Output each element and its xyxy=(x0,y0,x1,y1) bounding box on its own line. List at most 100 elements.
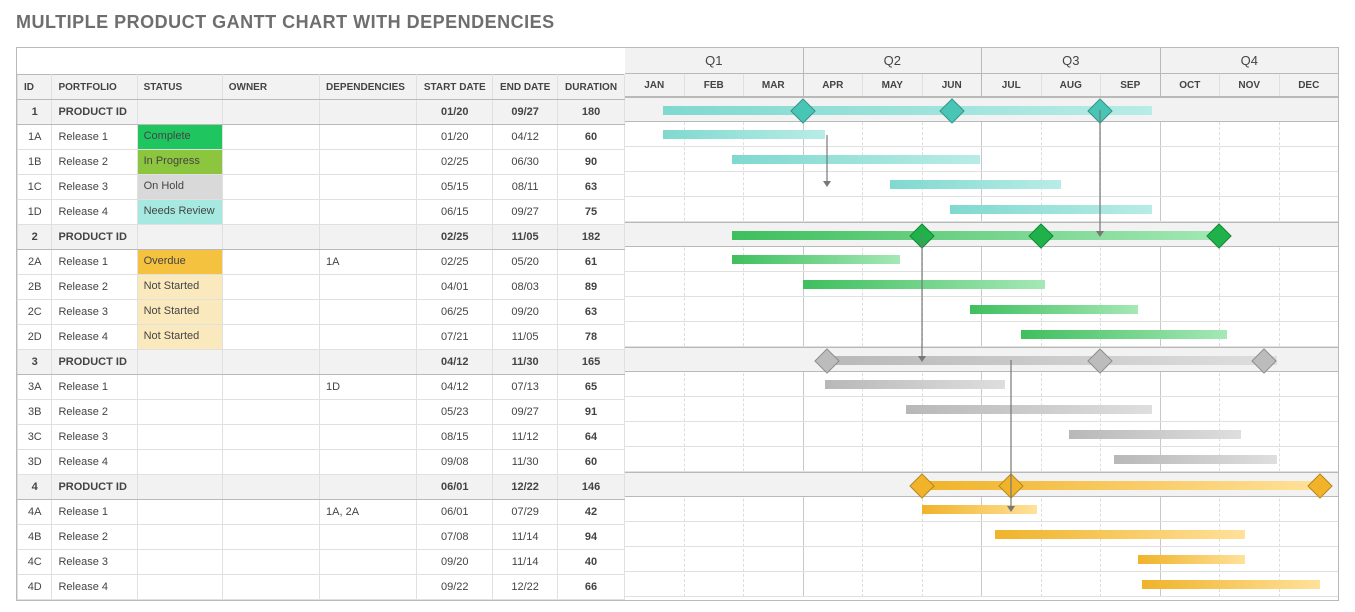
cell-status[interactable] xyxy=(137,475,222,500)
cell-owner[interactable] xyxy=(222,275,319,300)
task-row[interactable]: 1CRelease 3On Hold05/1508/1163 xyxy=(18,175,625,200)
cell-duration[interactable]: 65 xyxy=(558,375,625,400)
cell-status[interactable]: Not Started xyxy=(137,300,222,325)
cell-portfolio[interactable]: PRODUCT ID xyxy=(52,225,137,250)
cell-end_date[interactable]: 08/03 xyxy=(493,275,558,300)
cell-duration[interactable]: 182 xyxy=(558,225,625,250)
cell-status[interactable]: Needs Review xyxy=(137,200,222,225)
cell-dependencies[interactable] xyxy=(320,125,417,150)
cell-duration[interactable]: 94 xyxy=(558,525,625,550)
cell-status[interactable] xyxy=(137,450,222,475)
cell-duration[interactable]: 66 xyxy=(558,575,625,600)
cell-end_date[interactable]: 05/20 xyxy=(493,250,558,275)
cell-duration[interactable]: 146 xyxy=(558,475,625,500)
cell-portfolio[interactable]: Release 4 xyxy=(52,575,137,600)
cell-start_date[interactable]: 06/15 xyxy=(417,200,493,225)
cell-dependencies[interactable] xyxy=(320,175,417,200)
cell-owner[interactable] xyxy=(222,125,319,150)
cell-status[interactable]: Complete xyxy=(137,125,222,150)
cell-id[interactable]: 2A xyxy=(18,250,52,275)
cell-portfolio[interactable]: Release 1 xyxy=(52,250,137,275)
gantt-bar[interactable] xyxy=(803,280,1045,289)
task-row[interactable]: 3ARelease 11D04/1207/1365 xyxy=(18,375,625,400)
task-row[interactable]: 2BRelease 2Not Started04/0108/0389 xyxy=(18,275,625,300)
task-row[interactable]: 2DRelease 4Not Started07/2111/0578 xyxy=(18,325,625,350)
cell-portfolio[interactable]: Release 4 xyxy=(52,200,137,225)
cell-end_date[interactable]: 11/14 xyxy=(493,550,558,575)
cell-status[interactable] xyxy=(137,375,222,400)
cell-status[interactable]: Not Started xyxy=(137,325,222,350)
cell-duration[interactable]: 89 xyxy=(558,275,625,300)
task-row[interactable]: 4ARelease 11A, 2A06/0107/2942 xyxy=(18,500,625,525)
cell-id[interactable]: 1B xyxy=(18,150,52,175)
cell-id[interactable]: 2B xyxy=(18,275,52,300)
gantt-bar[interactable] xyxy=(995,530,1245,539)
cell-owner[interactable] xyxy=(222,575,319,600)
milestone-diamond-icon[interactable] xyxy=(909,223,934,248)
cell-dependencies[interactable] xyxy=(320,100,417,125)
cell-dependencies[interactable] xyxy=(320,225,417,250)
gantt-bar[interactable] xyxy=(970,305,1138,314)
cell-duration[interactable]: 165 xyxy=(558,350,625,375)
cell-portfolio[interactable]: Release 1 xyxy=(52,125,137,150)
cell-owner[interactable] xyxy=(222,500,319,525)
cell-portfolio[interactable]: Release 1 xyxy=(52,500,137,525)
cell-end_date[interactable]: 11/14 xyxy=(493,525,558,550)
gantt-bar[interactable] xyxy=(732,155,980,164)
milestone-diamond-icon[interactable] xyxy=(1307,473,1332,498)
cell-portfolio[interactable]: Release 3 xyxy=(52,425,137,450)
cell-id[interactable]: 3B xyxy=(18,400,52,425)
cell-start_date[interactable]: 02/25 xyxy=(417,150,493,175)
cell-owner[interactable] xyxy=(222,300,319,325)
gantt-bar[interactable] xyxy=(890,180,1060,189)
milestone-diamond-icon[interactable] xyxy=(909,473,934,498)
cell-start_date[interactable]: 01/20 xyxy=(417,125,493,150)
cell-portfolio[interactable]: Release 3 xyxy=(52,550,137,575)
cell-end_date[interactable]: 11/30 xyxy=(493,350,558,375)
cell-dependencies[interactable] xyxy=(320,525,417,550)
cell-id[interactable]: 1D xyxy=(18,200,52,225)
task-row[interactable]: 3CRelease 308/1511/1264 xyxy=(18,425,625,450)
cell-end_date[interactable]: 11/12 xyxy=(493,425,558,450)
cell-id[interactable]: 4A xyxy=(18,500,52,525)
cell-start_date[interactable]: 09/22 xyxy=(417,575,493,600)
milestone-diamond-icon[interactable] xyxy=(939,98,964,123)
cell-duration[interactable]: 63 xyxy=(558,300,625,325)
cell-owner[interactable] xyxy=(222,200,319,225)
cell-end_date[interactable]: 04/12 xyxy=(493,125,558,150)
cell-end_date[interactable]: 06/30 xyxy=(493,150,558,175)
cell-id[interactable]: 1 xyxy=(18,100,52,125)
gantt-bar[interactable] xyxy=(732,255,900,264)
cell-owner[interactable] xyxy=(222,550,319,575)
cell-status[interactable] xyxy=(137,225,222,250)
cell-owner[interactable] xyxy=(222,325,319,350)
cell-status[interactable] xyxy=(137,425,222,450)
task-row[interactable]: 1BRelease 2In Progress02/2506/3090 xyxy=(18,150,625,175)
cell-start_date[interactable]: 07/21 xyxy=(417,325,493,350)
cell-status[interactable]: Overdue xyxy=(137,250,222,275)
cell-end_date[interactable]: 09/27 xyxy=(493,200,558,225)
cell-dependencies[interactable]: 1A, 2A xyxy=(320,500,417,525)
cell-end_date[interactable]: 09/27 xyxy=(493,100,558,125)
cell-portfolio[interactable]: Release 2 xyxy=(52,400,137,425)
cell-owner[interactable] xyxy=(222,175,319,200)
cell-id[interactable]: 4C xyxy=(18,550,52,575)
cell-id[interactable]: 2D xyxy=(18,325,52,350)
cell-id[interactable]: 4D xyxy=(18,575,52,600)
task-row[interactable]: 4BRelease 207/0811/1494 xyxy=(18,525,625,550)
gantt-bar[interactable] xyxy=(922,481,1320,490)
cell-start_date[interactable]: 06/01 xyxy=(417,500,493,525)
cell-id[interactable]: 4 xyxy=(18,475,52,500)
task-row[interactable]: 2ARelease 1Overdue1A02/2505/2061 xyxy=(18,250,625,275)
cell-end_date[interactable]: 11/30 xyxy=(493,450,558,475)
gantt-bar[interactable] xyxy=(825,356,1277,365)
cell-dependencies[interactable] xyxy=(320,275,417,300)
cell-duration[interactable]: 91 xyxy=(558,400,625,425)
cell-status[interactable]: In Progress xyxy=(137,150,222,175)
cell-portfolio[interactable]: Release 2 xyxy=(52,275,137,300)
cell-duration[interactable]: 90 xyxy=(558,150,625,175)
cell-status[interactable] xyxy=(137,500,222,525)
cell-id[interactable]: 1A xyxy=(18,125,52,150)
cell-end_date[interactable]: 07/29 xyxy=(493,500,558,525)
gantt-bar[interactable] xyxy=(663,106,1152,115)
